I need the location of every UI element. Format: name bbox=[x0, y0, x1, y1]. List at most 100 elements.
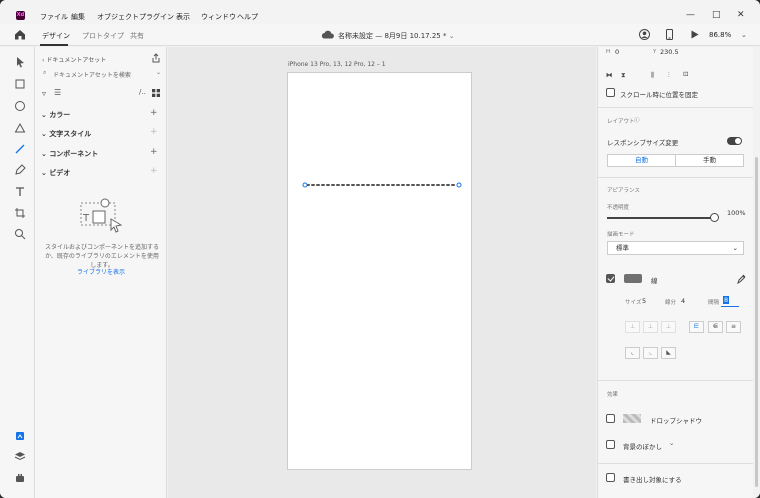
artboard-tool-icon[interactable] bbox=[13, 206, 27, 220]
assets-title[interactable]: ‹ ドキュメントアセット bbox=[42, 55, 106, 64]
artboard[interactable] bbox=[287, 72, 472, 470]
maximize-button[interactable]: □ bbox=[712, 10, 721, 20]
add-color-icon[interactable]: + bbox=[150, 108, 158, 118]
align-icon[interactable]: ⊡ bbox=[683, 70, 688, 78]
menu-window[interactable]: ウィンドウ bbox=[201, 12, 236, 22]
cap-square-icon[interactable]: ⊥ bbox=[661, 321, 676, 333]
blend-chevron-icon: ⌄ bbox=[732, 244, 738, 252]
select-tool-icon[interactable] bbox=[13, 55, 27, 69]
section-components[interactable]: ⌄ コンポーネント bbox=[41, 149, 98, 159]
drop-shadow-checkbox[interactable] bbox=[606, 414, 615, 423]
responsive-resize-toggle[interactable] bbox=[727, 137, 742, 145]
opacity-slider-knob[interactable] bbox=[710, 213, 719, 222]
assets-panel-icon[interactable] bbox=[13, 429, 27, 443]
menu-view[interactable]: 表示 bbox=[176, 12, 190, 22]
join-round-icon[interactable]: ◟ bbox=[643, 347, 658, 359]
manual-resize-button[interactable]: 手動 bbox=[675, 154, 744, 167]
scrollbar-thumb[interactable] bbox=[755, 157, 758, 487]
join-bevel-icon[interactable]: ◣ bbox=[661, 347, 676, 359]
distribute-vertical-icon[interactable]: ⫶ bbox=[668, 71, 670, 80]
menu-edit[interactable]: 編集 bbox=[71, 12, 85, 22]
layers-icon[interactable] bbox=[13, 449, 27, 463]
eyedropper-icon[interactable] bbox=[737, 274, 746, 284]
ellipse-tool-icon[interactable] bbox=[13, 99, 27, 113]
drop-shadow-swatch[interactable] bbox=[623, 414, 641, 423]
pen-tool-icon[interactable] bbox=[13, 163, 27, 177]
zoom-chevron-icon[interactable]: ⌄ bbox=[741, 31, 747, 39]
stroke-size-input[interactable]: 5 bbox=[642, 297, 646, 305]
section-text-styles[interactable]: ⌄ 文字スタイル bbox=[41, 129, 91, 139]
text-tool-icon[interactable] bbox=[13, 185, 27, 199]
title-chevron-icon[interactable]: ⌄ bbox=[449, 32, 455, 40]
section-video[interactable]: ⌄ ビデオ bbox=[41, 168, 70, 178]
stroke-outer-icon[interactable]: ⋹ bbox=[708, 321, 723, 333]
menu-file[interactable]: ファイル bbox=[40, 12, 68, 22]
dash-input[interactable]: 4 bbox=[681, 297, 685, 305]
add-component-icon[interactable]: + bbox=[150, 147, 158, 157]
divider bbox=[598, 380, 754, 381]
zoom-level[interactable]: 86.8% bbox=[709, 31, 731, 39]
asset-search[interactable]: ⌕ ドキュメントアセットを検索 ⌄ bbox=[41, 68, 163, 80]
canvas-area[interactable]: iPhone 13 Pro, 13, 12 Pro, 12 – 1 bbox=[168, 47, 596, 498]
flip-horizontal-icon[interactable]: ⧓ bbox=[606, 71, 613, 79]
tab-prototype[interactable]: プロトタイプ bbox=[82, 31, 124, 41]
line-tool-icon[interactable] bbox=[13, 142, 27, 156]
minimize-button[interactable]: — bbox=[686, 10, 695, 20]
distribute-horizontal-icon[interactable]: ⫼ bbox=[651, 71, 654, 80]
add-video-icon[interactable]: + bbox=[150, 166, 158, 176]
rectangle-tool-icon[interactable] bbox=[13, 77, 27, 91]
artboard-label[interactable]: iPhone 13 Pro, 13, 12 Pro, 12 – 1 bbox=[288, 61, 386, 68]
auto-resize-button[interactable]: 自動 bbox=[607, 154, 676, 167]
divider bbox=[598, 463, 754, 464]
opacity-value[interactable]: 100% bbox=[727, 209, 746, 217]
tab-share[interactable]: 共有 bbox=[130, 31, 144, 41]
document-title[interactable]: 名称未設定 — 8月9日 10.17.25 * ⌄ bbox=[338, 31, 455, 41]
line-start-handle[interactable] bbox=[302, 182, 308, 188]
filter-icon[interactable]: ▿ bbox=[42, 89, 46, 98]
fix-position-checkbox[interactable] bbox=[606, 88, 615, 97]
tab-design[interactable]: デザイン bbox=[42, 31, 70, 41]
home-icon[interactable] bbox=[14, 29, 26, 40]
user-icon[interactable] bbox=[639, 29, 650, 40]
close-button[interactable]: ✕ bbox=[737, 10, 745, 20]
cap-round-icon[interactable]: ⊥ bbox=[643, 321, 658, 333]
gap-input[interactable]: 8 bbox=[723, 296, 730, 304]
device-preview-icon[interactable] bbox=[666, 29, 673, 40]
stroke-center-icon[interactable]: ≡ bbox=[726, 321, 741, 333]
join-miter-icon[interactable]: ⌞ bbox=[625, 347, 640, 359]
cap-butt-icon[interactable]: ⊥ bbox=[625, 321, 640, 333]
y-input[interactable]: 230.5 bbox=[660, 48, 679, 56]
height-input[interactable]: 0 bbox=[615, 48, 619, 56]
background-blur-checkbox[interactable] bbox=[606, 440, 615, 449]
stroke-color-swatch[interactable] bbox=[624, 274, 642, 283]
grid-view-icon[interactable] bbox=[152, 89, 160, 97]
zoom-tool-icon[interactable] bbox=[13, 227, 27, 241]
search-chevron-icon[interactable]: ⌄ bbox=[156, 69, 161, 76]
sort-icon[interactable]: ☰ bbox=[54, 88, 61, 97]
asset-search-input[interactable]: ドキュメントアセットを検索 bbox=[53, 70, 131, 79]
mark-for-export-checkbox[interactable] bbox=[606, 473, 615, 482]
blend-mode-label: 描画モード bbox=[607, 232, 635, 238]
add-text-style-icon[interactable]: + bbox=[150, 127, 158, 137]
menu-plugins[interactable]: プラグイン bbox=[139, 12, 174, 22]
divider bbox=[598, 107, 754, 108]
menu-object[interactable]: オブジェクト bbox=[97, 12, 139, 22]
blur-chevron-icon[interactable]: ⌄ bbox=[669, 439, 674, 447]
stroke-checkbox[interactable] bbox=[606, 274, 615, 283]
flip-vertical-icon[interactable]: ⧗ bbox=[621, 71, 626, 80]
blend-mode-select[interactable]: 標準 ⌄ bbox=[607, 241, 744, 255]
stroke-inner-icon[interactable]: ⋿ bbox=[689, 321, 704, 333]
list-view-icon[interactable]: /.. bbox=[139, 88, 146, 96]
show-library-link[interactable]: ライブラリを表示 bbox=[35, 267, 167, 276]
plugins-icon[interactable] bbox=[13, 471, 27, 485]
section-colors[interactable]: ⌄ カラー bbox=[41, 110, 70, 120]
info-icon[interactable]: ⓘ bbox=[634, 116, 640, 124]
line-end-handle[interactable] bbox=[456, 182, 462, 188]
properties-scrollbar[interactable] bbox=[753, 47, 760, 498]
menu-help[interactable]: ヘルプ bbox=[237, 12, 258, 22]
opacity-slider-track[interactable] bbox=[607, 217, 711, 219]
play-icon[interactable] bbox=[691, 30, 699, 39]
share-icon[interactable] bbox=[151, 53, 161, 63]
triangle-tool-icon[interactable] bbox=[13, 121, 27, 135]
dashed-line-shape[interactable] bbox=[302, 181, 462, 189]
